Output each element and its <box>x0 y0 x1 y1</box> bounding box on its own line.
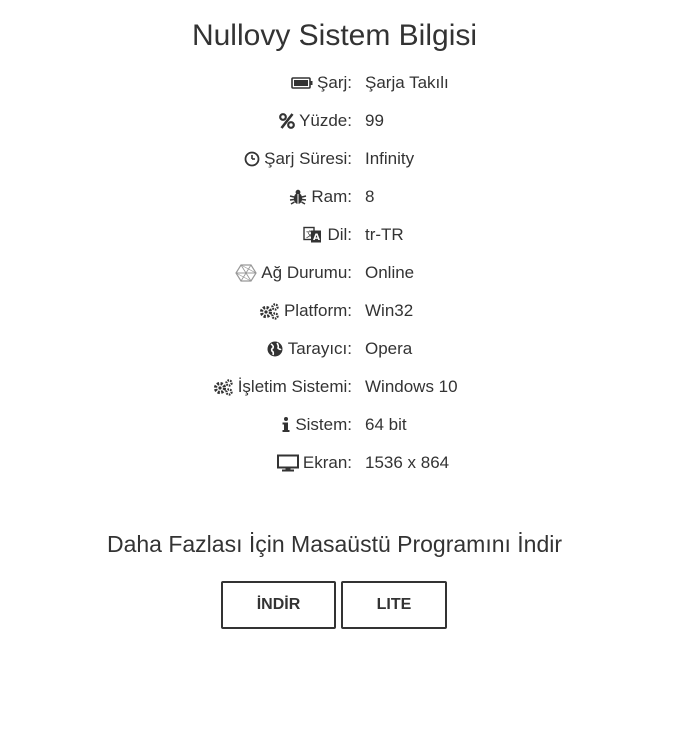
globe-icon <box>264 340 284 358</box>
info-icon <box>271 416 291 434</box>
info-label-text: Ram: <box>311 187 352 206</box>
info-value-ram: 8 <box>365 187 375 206</box>
info-value-system: 64 bit <box>365 415 407 434</box>
info-label-ram: Ram: <box>287 178 352 216</box>
info-label-percent: Yüzde: <box>275 102 352 140</box>
info-label-text: Platform: <box>283 301 352 320</box>
system-info-table: Şarj: Şarja Takılı Yüzde: 99 Şarj Süresi… <box>0 64 679 482</box>
info-row-charge-time: Şarj Süresi: Infinity <box>0 140 679 178</box>
battery-icon <box>291 74 313 92</box>
monitor-icon <box>276 454 299 472</box>
info-row-os: İşletim Sistemi: Windows 10 <box>0 368 679 406</box>
info-label-platform: Platform: <box>259 292 352 330</box>
info-row-screen: Ekran: 1536 x 864 <box>0 444 679 482</box>
info-row-browser: Tarayıcı: Opera <box>0 330 679 368</box>
info-row-language: 文 A Dil: tr-TR <box>0 216 679 254</box>
info-row-ram: Ram: 8 <box>0 178 679 216</box>
info-row-platform: Platform: Win32 <box>0 292 679 330</box>
svg-text:A: A <box>313 233 320 243</box>
percent-icon <box>275 112 295 130</box>
info-row-system: Sistem: 64 bit <box>0 406 679 444</box>
info-row-charge: Şarj: Şarja Takılı <box>0 64 679 102</box>
info-value-charge-time: Infinity <box>365 149 415 168</box>
info-row-percent: Yüzde: 99 <box>0 102 679 140</box>
info-label-system: Sistem: <box>271 406 352 444</box>
network-icon <box>235 264 258 282</box>
info-label-charge: Şarj: <box>291 64 352 102</box>
lite-button[interactable]: LITE <box>341 581 447 629</box>
info-label-language: 文 A Dil: <box>303 216 352 254</box>
info-label-text: Şarj Süresi: <box>264 149 352 168</box>
info-value-platform: Win32 <box>365 301 414 320</box>
download-heading: Daha Fazlası İçin Masaüstü Programını İn… <box>106 531 563 557</box>
info-value-charge: Şarja Takılı <box>365 73 449 92</box>
info-label-text: Şarj: <box>317 73 352 92</box>
info-value-os: Windows 10 <box>365 377 458 396</box>
info-label-screen: Ekran: <box>276 444 352 482</box>
info-label-text: İşletim Sistemi: <box>237 377 352 396</box>
page-title: Nullovy Sistem Bilgisi <box>191 19 478 52</box>
info-row-network: Ağ Durumu: Online <box>0 254 679 292</box>
gears-icon <box>213 378 234 396</box>
info-label-text: Dil: <box>327 225 352 244</box>
info-value-language: tr-TR <box>365 225 404 244</box>
info-value-percent: 99 <box>365 111 384 130</box>
info-label-text: Sistem: <box>295 415 352 434</box>
page: Nullovy Sistem Bilgisi Şarj: Şarja Takıl… <box>0 0 679 753</box>
info-value-browser: Opera <box>365 339 413 358</box>
clock-icon <box>240 150 260 168</box>
info-label-os: İşletim Sistemi: <box>213 368 352 406</box>
info-label-network: Ağ Durumu: <box>235 254 352 292</box>
info-value-network: Online <box>365 263 415 282</box>
info-label-text: Ağ Durumu: <box>261 263 352 282</box>
bug-icon <box>287 188 307 206</box>
info-label-browser: Tarayıcı: <box>264 330 352 368</box>
translate-icon: 文 A <box>303 226 323 244</box>
info-label-text: Ekran: <box>302 453 352 472</box>
download-button[interactable]: İNDİR <box>221 581 336 629</box>
info-value-screen: 1536 x 864 <box>365 453 450 472</box>
info-label-charge-time: Şarj Süresi: <box>240 140 352 178</box>
gears-icon <box>259 302 280 320</box>
info-label-text: Yüzde: <box>299 111 352 130</box>
info-label-text: Tarayıcı: <box>287 339 352 358</box>
